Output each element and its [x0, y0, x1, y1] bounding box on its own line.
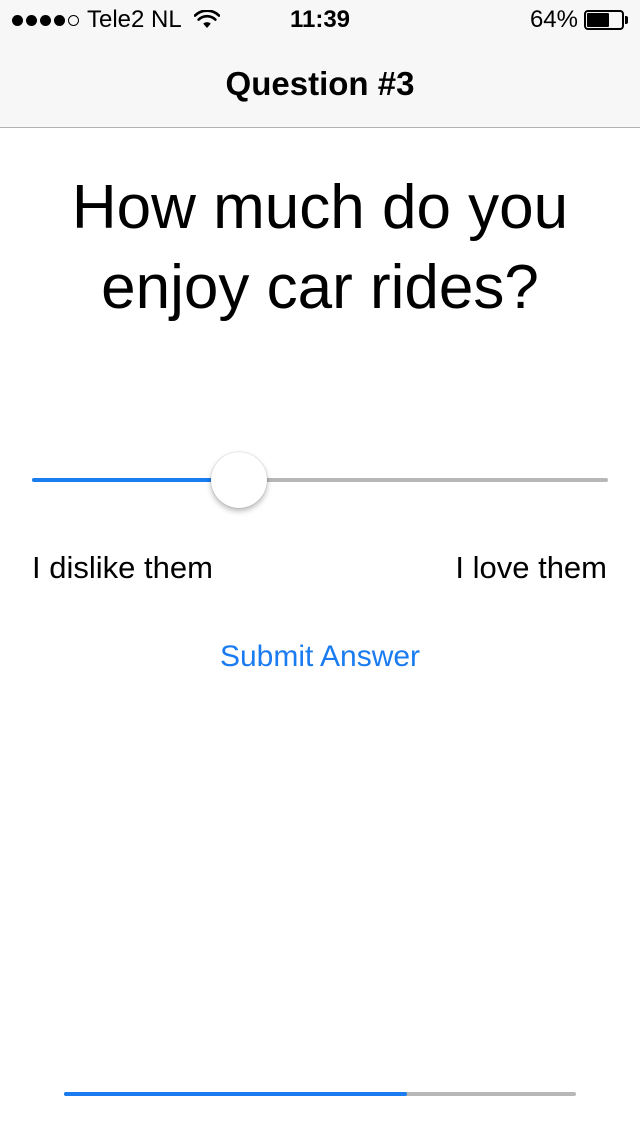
question-text: How much do you enjoy car rides? — [71, 173, 569, 322]
battery-percentage: 64% — [529, 6, 578, 33]
battery-level-fill — [587, 13, 609, 27]
rating-slider[interactable] — [32, 452, 608, 508]
navigation-bar: Question #3 — [0, 40, 640, 128]
battery-icon — [584, 10, 628, 30]
page-title: Question #3 — [225, 65, 415, 102]
status-bar: Tele2 NL 11:39 64% — [0, 0, 640, 40]
slider-min-label: I dislike them — [32, 550, 213, 585]
submit-answer-button[interactable]: Submit Answer — [0, 640, 640, 674]
progress-fill — [64, 1092, 408, 1096]
slider-fill — [32, 478, 240, 482]
quiz-progress-bar — [64, 1092, 576, 1096]
slider-max-label: I love them — [455, 550, 607, 585]
slider-thumb[interactable] — [211, 452, 268, 508]
status-right: 64% — [530, 0, 628, 40]
